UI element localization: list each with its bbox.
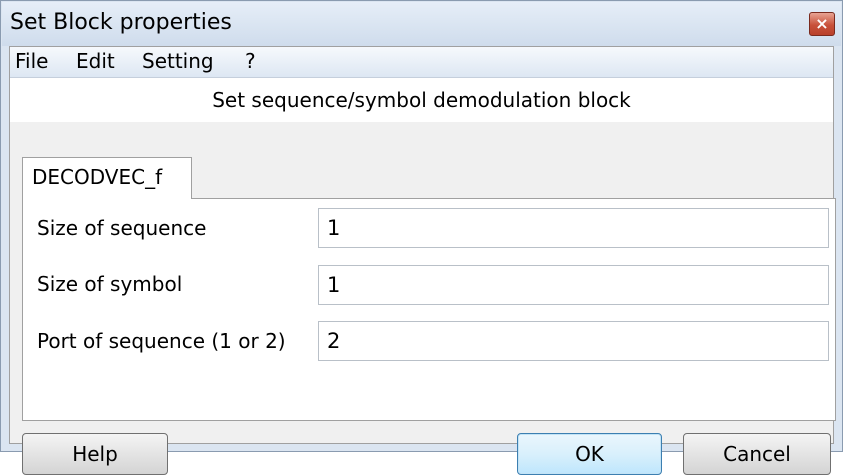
help-button[interactable]: Help bbox=[22, 433, 168, 475]
dialog-subtitle: Set sequence/symbol demodulation block bbox=[212, 88, 631, 112]
close-button[interactable]: × bbox=[809, 12, 835, 36]
size-of-sequence-input[interactable] bbox=[318, 208, 829, 248]
title-bar[interactable]: Set Block properties × bbox=[2, 2, 841, 46]
menu-edit[interactable]: Edit bbox=[76, 49, 115, 73]
tab-label: DECODVEC_f bbox=[32, 165, 163, 189]
menu-file[interactable]: File bbox=[15, 49, 48, 73]
port-of-sequence-input[interactable] bbox=[318, 321, 829, 361]
size-of-symbol-label: Size of symbol bbox=[37, 272, 183, 296]
menu-setting[interactable]: Setting bbox=[142, 49, 214, 73]
cancel-button[interactable]: Cancel bbox=[683, 433, 831, 475]
dialog-body: File Edit Setting ? Set sequence/symbol … bbox=[9, 46, 836, 475]
window-title: Set Block properties bbox=[10, 10, 232, 35]
ok-button[interactable]: OK bbox=[517, 433, 662, 475]
subtitle-area: Set sequence/symbol demodulation block bbox=[10, 78, 833, 122]
menu-bar: File Edit Setting ? bbox=[10, 47, 833, 78]
size-of-sequence-label: Size of sequence bbox=[37, 216, 207, 240]
close-icon: × bbox=[815, 14, 829, 33]
dialog-window: Set Block properties × File Edit Setting… bbox=[0, 0, 843, 475]
tab-panel: Size of sequence Size of symbol Port of … bbox=[22, 198, 836, 421]
size-of-symbol-input[interactable] bbox=[318, 265, 829, 305]
menu-help[interactable]: ? bbox=[245, 49, 256, 73]
port-of-sequence-label: Port of sequence (1 or 2) bbox=[37, 329, 286, 353]
tab-decodvec-f[interactable]: DECODVEC_f bbox=[22, 157, 192, 199]
